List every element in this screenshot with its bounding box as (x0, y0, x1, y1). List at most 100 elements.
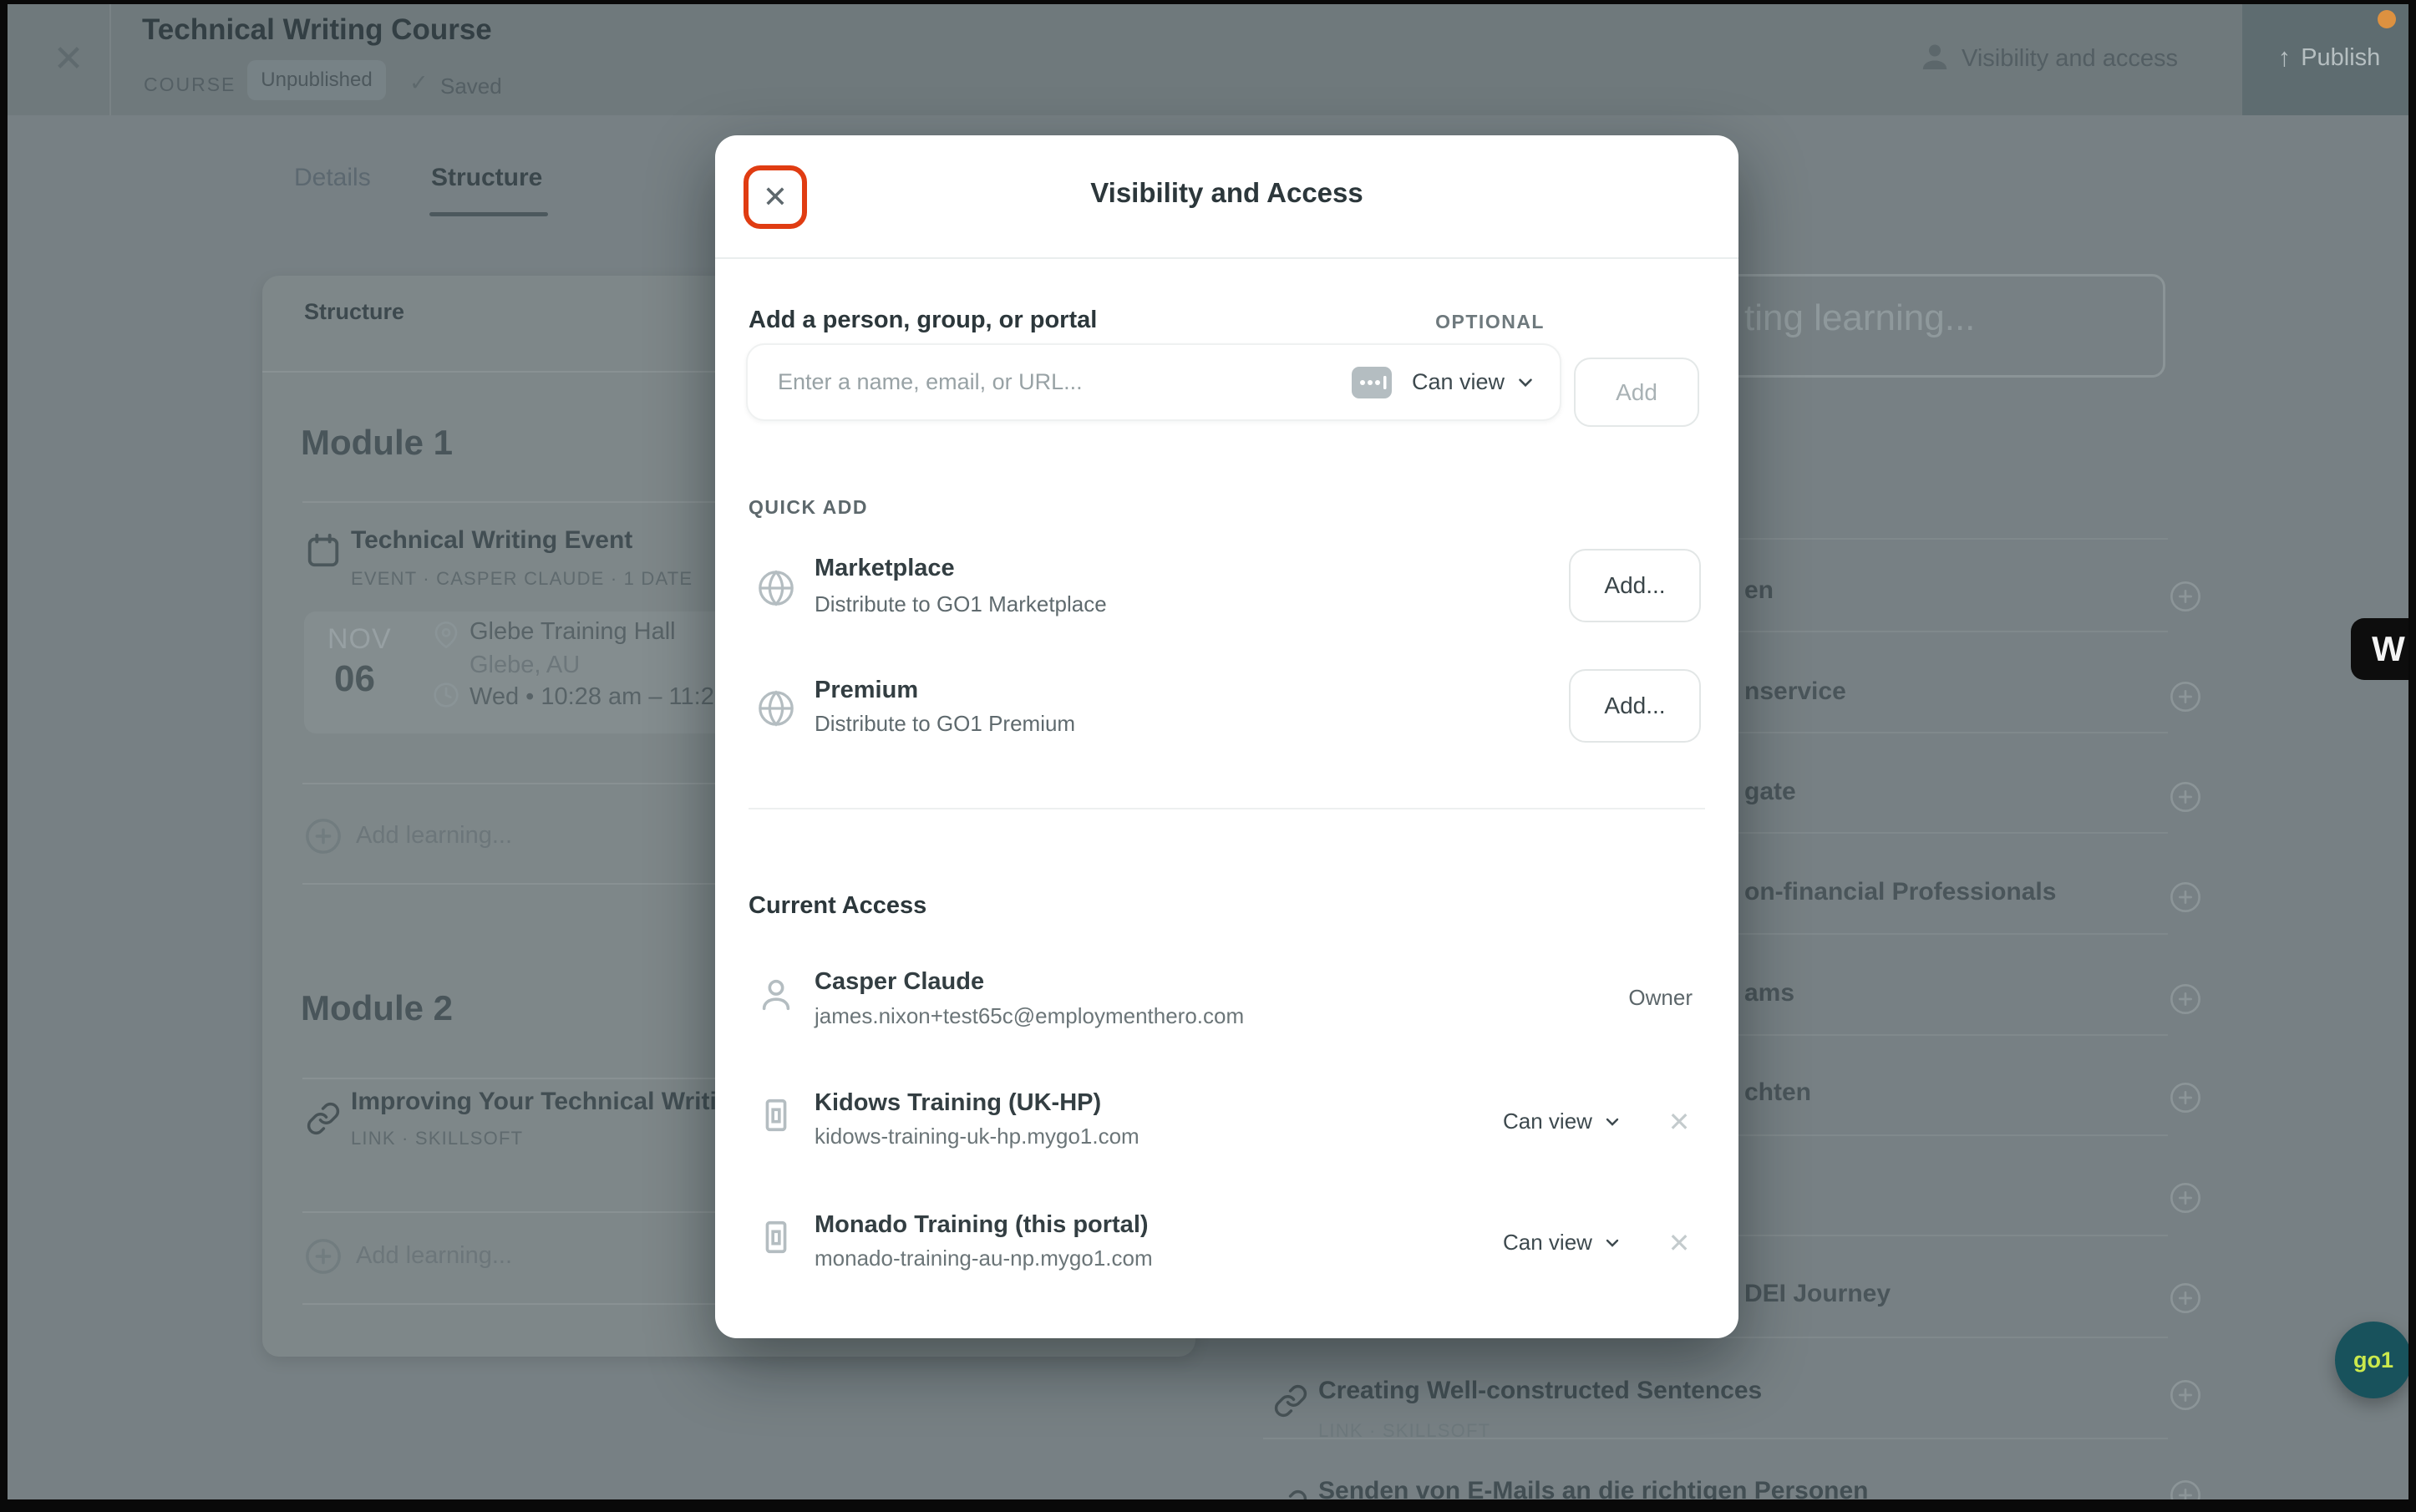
quick-add-premium-button[interactable]: Add... (1569, 669, 1701, 743)
add-item-button[interactable] (2169, 1081, 2202, 1114)
structure-panel-title: Structure (304, 299, 404, 325)
event-month: NOV (327, 623, 392, 656)
publish-arrow-icon: ↑ (2278, 43, 2292, 73)
permission-value: Can view (1412, 369, 1505, 395)
screenshot-stage: ✕ Technical Writing Course COURSE Unpubl… (0, 0, 2416, 1512)
event-time: Wed • 10:28 am – 11:28 (469, 683, 728, 711)
globe-icon (757, 569, 795, 607)
add-section-label: Add a person, group, or portal (749, 307, 1097, 334)
access-row-detail: monado-training-au-np.mygo1.com (815, 1246, 1153, 1271)
portal-icon (757, 1096, 795, 1134)
quick-add-row-subtitle: Distribute to GO1 Premium (815, 711, 1075, 737)
header-divider (109, 0, 111, 115)
access-row-detail: kidows-training-uk-hp.mygo1.com (815, 1124, 1139, 1149)
plus-circle-icon (304, 1237, 343, 1276)
tab-structure[interactable]: Structure (431, 164, 542, 192)
add-item-button[interactable] (2169, 1281, 2202, 1315)
add-item-button[interactable] (2169, 880, 2202, 914)
permission-value: Can view (1503, 1230, 1592, 1256)
add-item-button[interactable] (2169, 580, 2202, 613)
quick-add-row-subtitle: Distribute to GO1 Marketplace (815, 591, 1107, 617)
frame-border (2408, 0, 2416, 1512)
modal-close-button[interactable]: ✕ (744, 165, 807, 229)
go1-launcher-button[interactable]: go1 (2335, 1322, 2412, 1398)
access-row-detail: james.nixon+test65c@employmenthero.com (815, 1003, 1244, 1029)
course-type-label: COURSE (144, 74, 236, 96)
add-learning-button[interactable]: Add learning... (356, 1242, 512, 1270)
divider (749, 808, 1705, 809)
app-page: ✕ Technical Writing Course COURSE Unpubl… (0, 0, 2416, 1512)
current-access-label: Current Access (749, 892, 926, 920)
add-item-button[interactable] (2169, 680, 2202, 713)
access-row-name: Monado Training (this portal) (815, 1211, 1149, 1239)
learning-item-meta: EVENT · CASPER CLAUDE · 1 DATE (351, 568, 693, 590)
list-item-fragment: on-financial Professionals (1744, 878, 2056, 906)
visibility-access-button[interactable]: Visibility and access (1962, 45, 2178, 73)
add-input-container: Can view (746, 343, 1561, 421)
learning-item-title[interactable]: Technical Writing Event (351, 526, 632, 555)
quick-add-row-title: Marketplace (815, 555, 955, 582)
permission-dropdown[interactable]: Can view (1503, 1230, 1622, 1256)
permission-value: Can view (1503, 1109, 1592, 1134)
course-close-icon[interactable]: ✕ (43, 33, 94, 84)
optional-label: OPTIONAL (1435, 311, 1545, 333)
permission-dropdown[interactable]: Can view (1503, 1109, 1622, 1134)
list-item-fragment: ams (1744, 979, 1794, 1007)
visibility-access-modal: Visibility and Access ✕ Add a person, gr… (715, 135, 1738, 1338)
frame-border (0, 0, 8, 1512)
event-city: Glebe, AU (469, 652, 580, 679)
learning-item-title[interactable]: Improving Your Technical Writi (351, 1088, 717, 1116)
add-button[interactable]: Add (1574, 358, 1699, 427)
status-badge: Unpublished (247, 60, 386, 100)
person-icon (757, 976, 795, 1014)
globe-icon (757, 689, 795, 728)
wistia-widget-button[interactable]: W (2351, 618, 2416, 680)
saved-check-icon: ✓ (409, 70, 429, 96)
add-input[interactable] (778, 369, 1352, 395)
link-icon (1273, 1383, 1308, 1418)
tab-structure-underline (429, 212, 548, 216)
module-1-heading: Module 1 (301, 423, 453, 463)
list-item-title[interactable]: Creating Well-constructed Sentences (1318, 1377, 1762, 1405)
notification-dot (2378, 10, 2396, 28)
add-learning-button[interactable]: Add learning... (356, 822, 512, 850)
publish-label: Publish (2301, 44, 2380, 72)
tab-details[interactable]: Details (294, 164, 371, 192)
map-pin-icon (433, 622, 459, 648)
list-item-fragment: chten (1744, 1078, 1811, 1107)
access-row-name: Kidows Training (UK-HP) (815, 1089, 1101, 1117)
modal-title: Visibility and Access (715, 177, 1738, 209)
remove-access-button[interactable]: ✕ (1664, 1228, 1694, 1258)
permission-dropdown[interactable]: Can view (1412, 369, 1536, 395)
list-item-fragment: DEI Journey (1744, 1280, 1891, 1308)
chevron-down-icon (1515, 372, 1536, 393)
quick-add-row-title: Premium (815, 677, 918, 704)
frame-border (0, 0, 2416, 4)
remove-access-button[interactable]: ✕ (1664, 1107, 1694, 1137)
list-item-meta: LINK · SKILLSOFT (1318, 1420, 1490, 1442)
access-row-role: Owner (1628, 985, 1693, 1011)
chevron-down-icon (1602, 1233, 1622, 1253)
calendar-icon (304, 531, 343, 570)
event-day: 06 (334, 658, 375, 700)
list-item-fragment: en (1744, 576, 1774, 605)
quick-add-marketplace-button[interactable]: Add... (1569, 549, 1701, 622)
saved-label: Saved (440, 74, 502, 99)
plus-circle-icon (304, 817, 343, 855)
add-item-button[interactable] (2169, 1378, 2202, 1412)
app-header: ✕ Technical Writing Course COURSE Unpubl… (0, 0, 2416, 115)
chevron-down-icon (1602, 1112, 1622, 1132)
learning-item-meta: LINK · SKILLSOFT (351, 1128, 523, 1149)
shortcut-hint-icon (1352, 367, 1392, 398)
person-icon (1918, 40, 1952, 74)
add-item-button[interactable] (2169, 780, 2202, 814)
list-item-fragment: nservice (1744, 677, 1846, 706)
link-icon (306, 1101, 341, 1136)
event-venue: Glebe Training Hall (469, 618, 676, 646)
module-2-heading: Module 2 (301, 988, 453, 1028)
clock-icon (433, 682, 459, 708)
add-item-button[interactable] (2169, 1181, 2202, 1215)
course-title: Technical Writing Course (142, 13, 492, 47)
list-item-fragment: gate (1744, 778, 1796, 806)
add-item-button[interactable] (2169, 982, 2202, 1016)
